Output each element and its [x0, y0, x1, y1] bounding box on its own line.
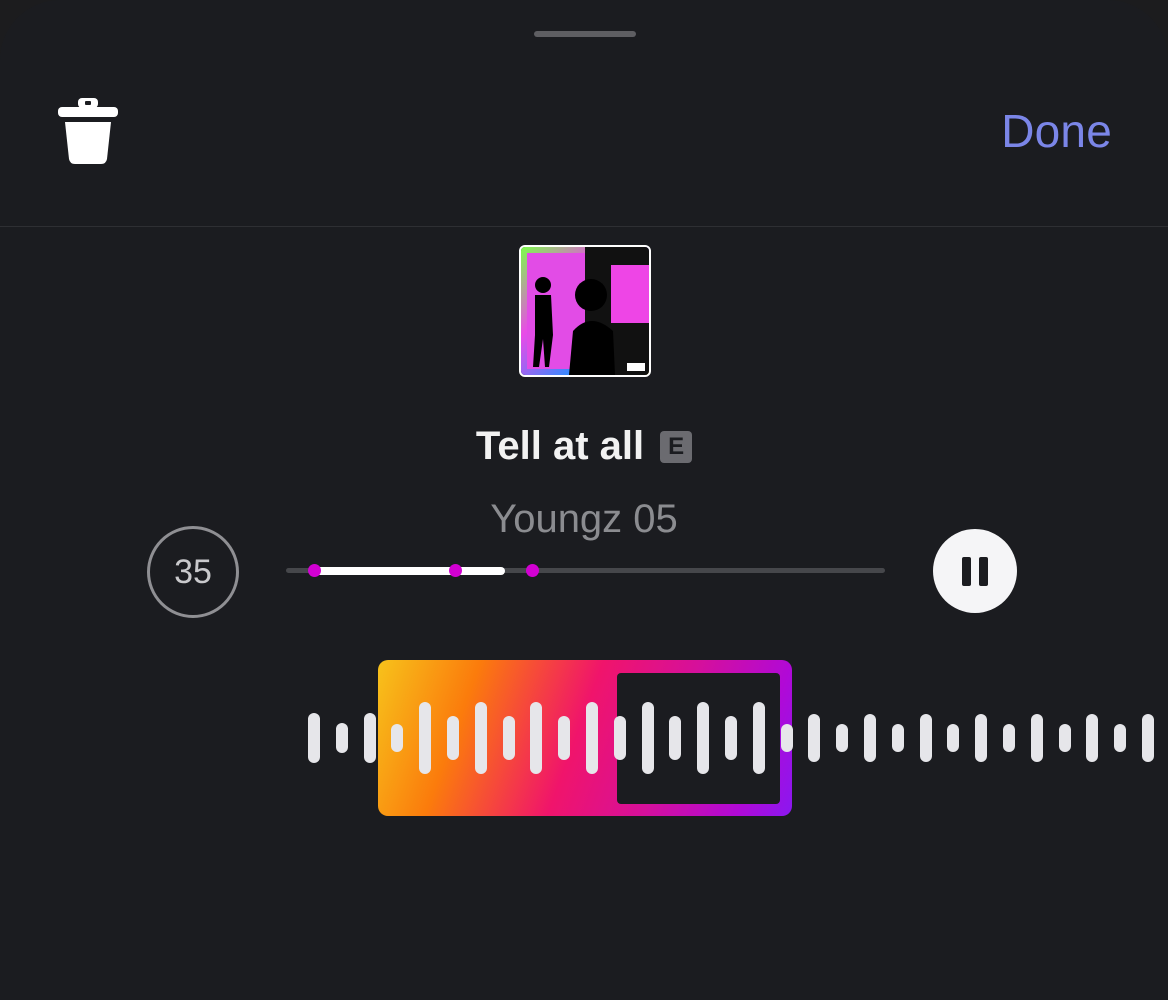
waveform-bar — [335, 723, 348, 753]
lyric-marker — [526, 564, 539, 577]
waveform-bar — [780, 724, 793, 752]
sheet-grabber[interactable] — [534, 31, 636, 37]
waveform-bar — [752, 702, 765, 774]
waveform-bar — [558, 716, 571, 760]
waveform-bar — [474, 702, 487, 774]
waveform-bar — [308, 713, 320, 763]
waveform-bar — [725, 716, 737, 760]
waveform-bar — [891, 724, 904, 752]
waveform-bar — [613, 716, 626, 760]
waveform-bar — [836, 724, 849, 752]
track-title: Tell at all — [475, 424, 645, 468]
music-editor-sheet: Done Tell at all E Youngz 05 35 — [0, 0, 1168, 1000]
waveform-bar — [502, 716, 515, 760]
waveform-bar — [530, 702, 543, 774]
waveform-bar — [808, 714, 821, 762]
waveform-bar — [1114, 724, 1127, 752]
progress-fill — [316, 567, 505, 575]
pause-icon — [962, 557, 971, 586]
waveform-bar — [864, 714, 876, 762]
waveform-bar — [641, 702, 654, 774]
clip-duration-button[interactable]: 35 — [147, 526, 239, 618]
waveform-bar — [919, 714, 932, 762]
waveform-bar — [419, 702, 432, 774]
waveform-bar — [947, 724, 960, 752]
waveform-bar — [363, 713, 376, 763]
waveform-bar — [1030, 714, 1043, 762]
done-button[interactable]: Done — [1001, 104, 1112, 158]
pause-button[interactable] — [933, 529, 1017, 613]
waveform-bar — [1003, 724, 1015, 752]
waveform-bar — [1142, 714, 1154, 762]
explicit-badge: E — [660, 430, 693, 463]
waveform-bar — [1086, 714, 1099, 762]
waveform-bar — [586, 702, 598, 774]
trash-icon[interactable] — [56, 96, 120, 166]
progress-track[interactable] — [286, 564, 885, 577]
waveform-bar — [1058, 724, 1071, 752]
track-title-row: Tell at all E — [0, 424, 1168, 469]
pause-icon — [979, 557, 988, 586]
waveform-bar — [447, 716, 459, 760]
waveform-bar — [975, 714, 988, 762]
waveform-bar — [669, 716, 682, 760]
waveform-bar — [697, 702, 710, 774]
lyric-marker — [449, 564, 462, 577]
lyric-marker — [308, 564, 321, 577]
header-divider — [0, 226, 1168, 227]
waveform-bar — [391, 724, 404, 752]
album-art — [519, 245, 651, 377]
